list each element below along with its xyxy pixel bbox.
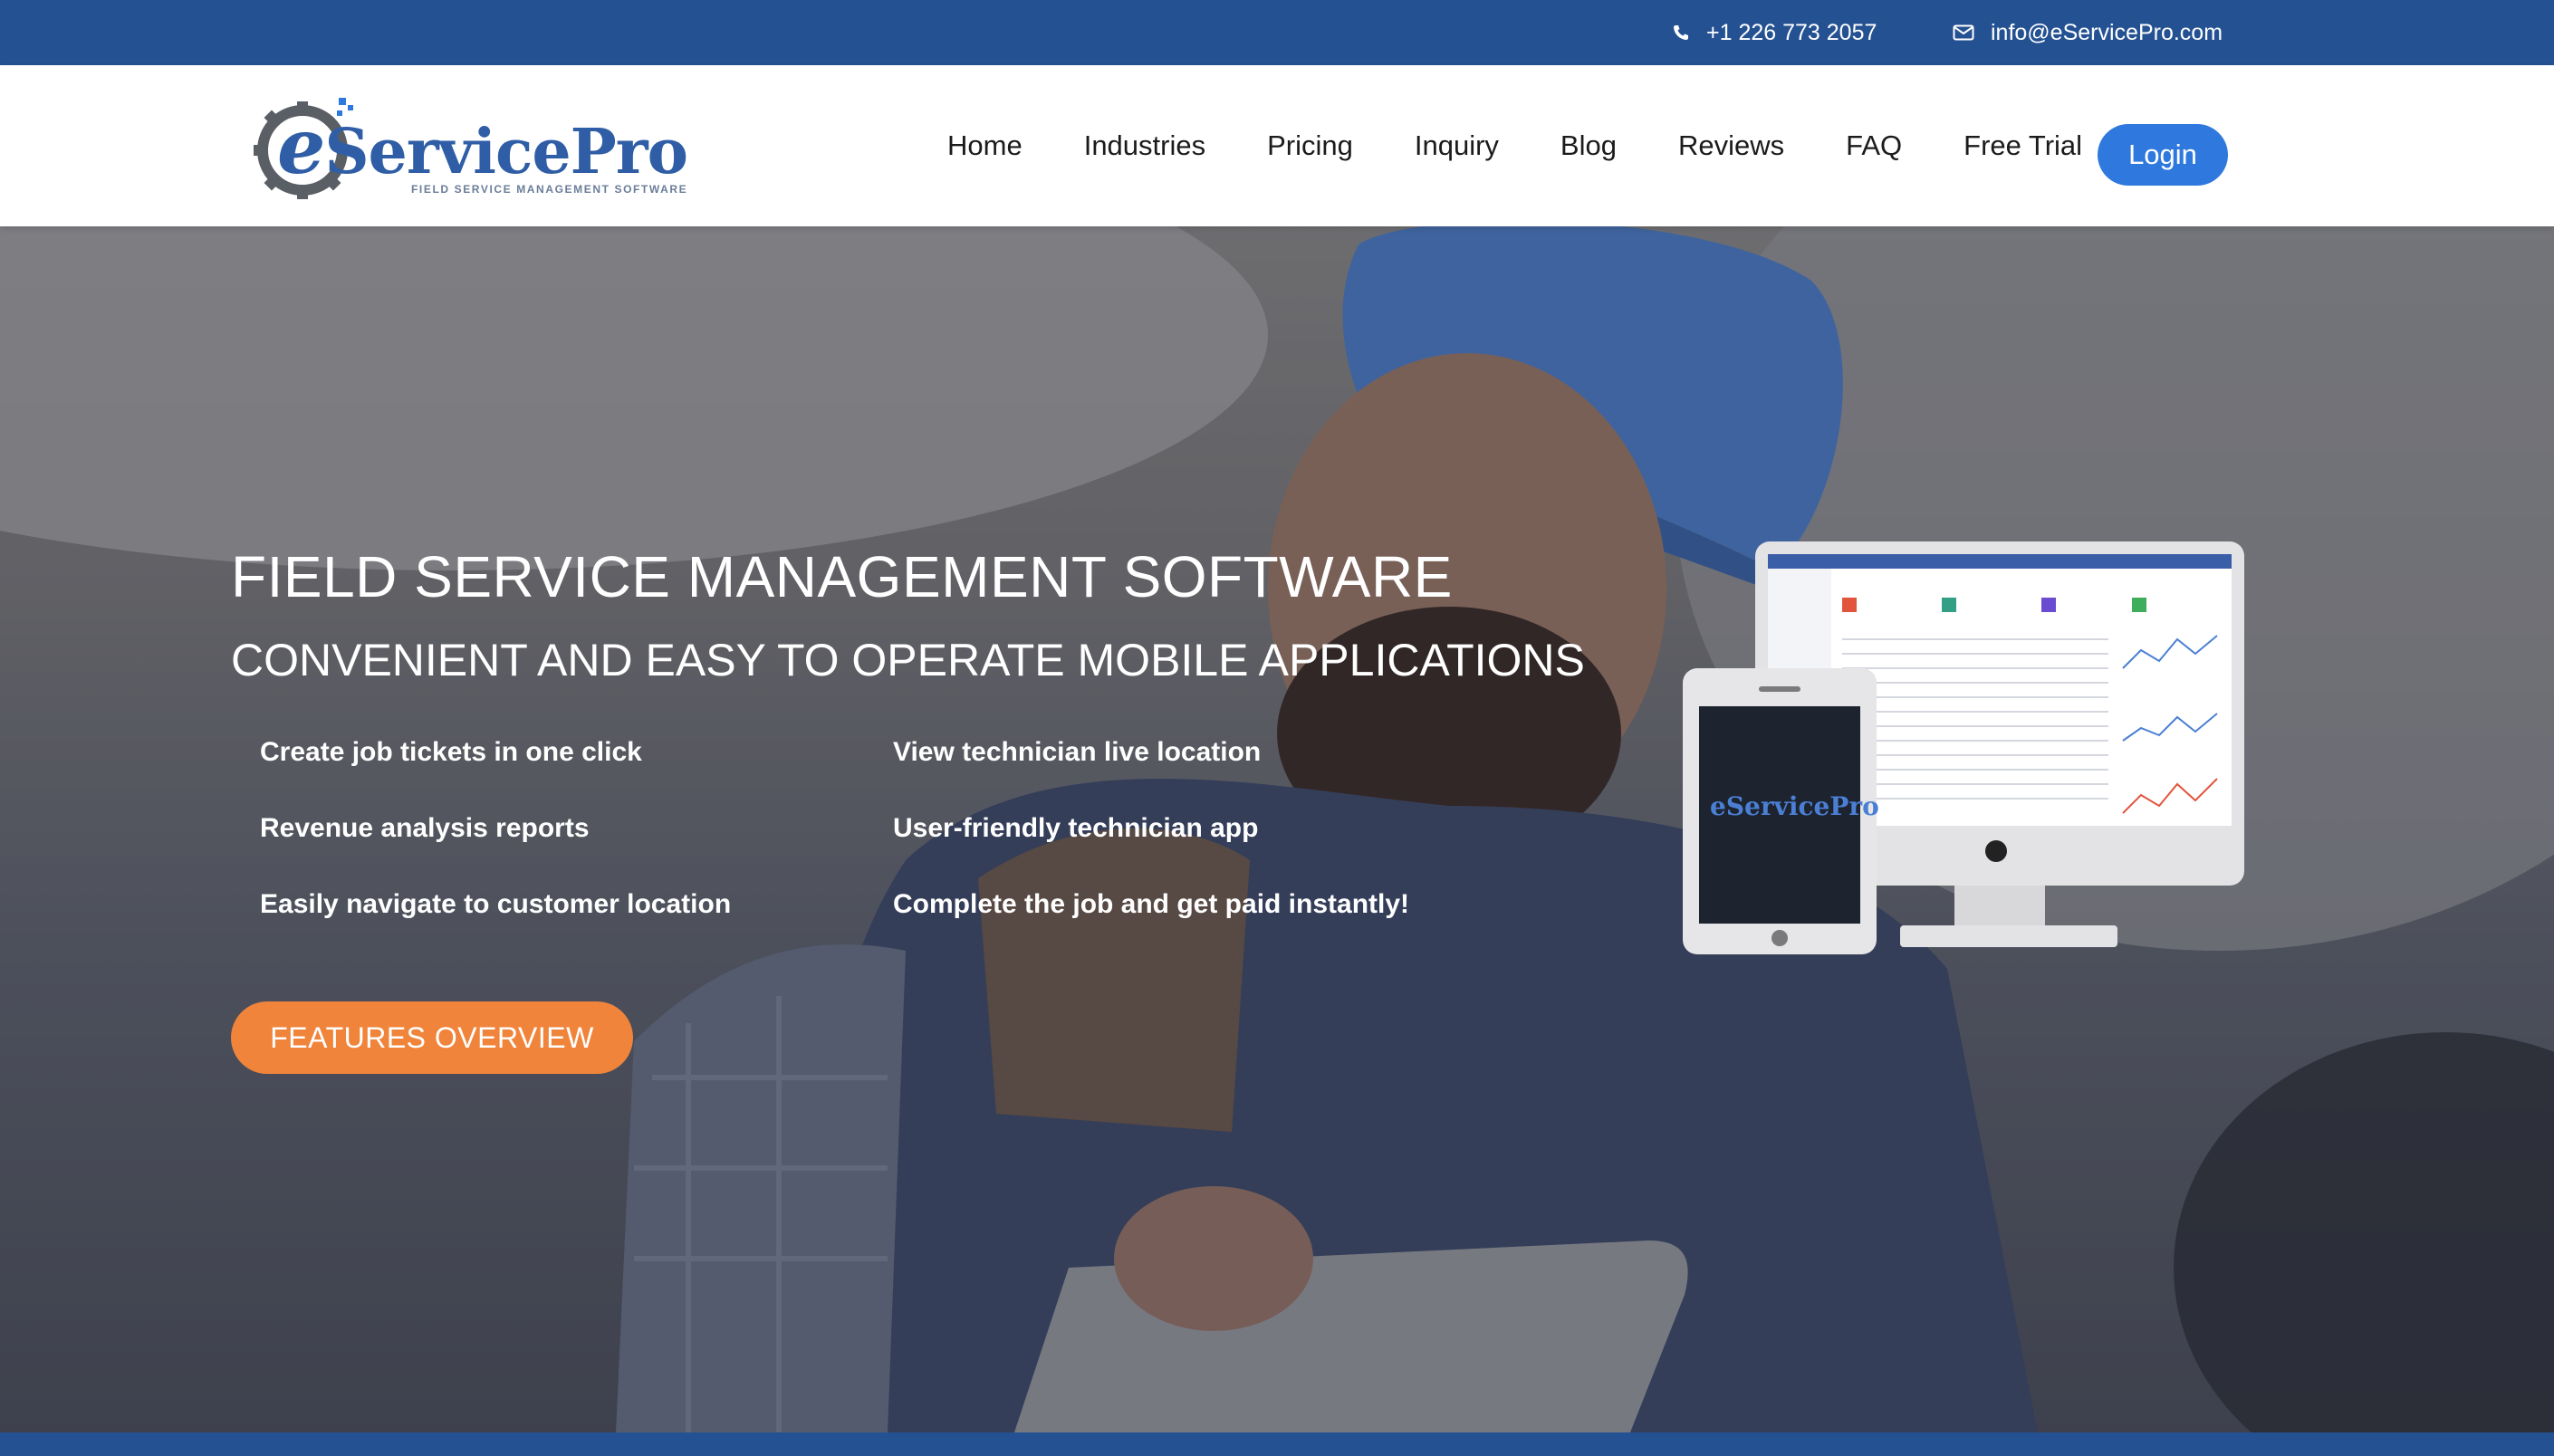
nav-industries[interactable]: Industries xyxy=(1084,129,1205,162)
feature-item: Easily navigate to customer location xyxy=(260,889,732,919)
phone-number[interactable]: +1 226 773 2057 xyxy=(1706,20,1877,46)
bottom-strip xyxy=(0,1432,2554,1456)
contact-email[interactable]: info@eServicePro.com xyxy=(1953,0,2223,65)
email-address[interactable]: info@eServicePro.com xyxy=(1991,20,2223,46)
feature-item: Revenue analysis reports xyxy=(260,813,590,843)
svg-text:eServicePro: eServicePro xyxy=(1710,791,1879,821)
hero-subtitle: CONVENIENT AND EASY TO OPERATE MOBILE AP… xyxy=(231,635,1585,685)
feature-item: User-friendly technician app xyxy=(893,813,1259,843)
eservicepro-logo[interactable]: eServicePro FIELD SERVICE MANAGEMENT SOF… xyxy=(250,85,688,206)
feature-item: Create job tickets in one click xyxy=(260,737,642,767)
hero-section: FIELD SERVICE MANAGEMENT SOFTWARE CONVEN… xyxy=(0,226,2554,1432)
hero-title: FIELD SERVICE MANAGEMENT SOFTWARE xyxy=(231,544,1453,609)
feature-item: Complete the job and get paid instantly! xyxy=(893,889,1410,919)
nav-home[interactable]: Home xyxy=(947,129,1023,162)
nav-blog[interactable]: Blog xyxy=(1560,129,1617,162)
login-button[interactable]: Login xyxy=(2098,124,2228,186)
nav-inquiry[interactable]: Inquiry xyxy=(1415,129,1499,162)
nav-reviews[interactable]: Reviews xyxy=(1678,129,1784,162)
nav-free-trial[interactable]: Free Trial xyxy=(1964,129,2082,162)
feature-item: View technician live location xyxy=(893,737,1262,767)
site-header: eServicePro FIELD SERVICE MANAGEMENT SOF… xyxy=(0,65,2554,226)
top-contact-bar: +1 226 773 2057 info@eServicePro.com xyxy=(0,0,2554,65)
logo-wordmark: eServicePro xyxy=(277,101,688,191)
nav-pricing[interactable]: Pricing xyxy=(1267,129,1353,162)
envelope-icon xyxy=(1953,24,1974,41)
nav-faq[interactable]: FAQ xyxy=(1846,129,1902,162)
device-mockup-image: eServicePro xyxy=(1683,541,2244,954)
phone-icon xyxy=(1672,24,1690,42)
features-overview-button[interactable]: FEATURES OVERVIEW xyxy=(231,1001,633,1074)
contact-phone[interactable]: +1 226 773 2057 xyxy=(1672,0,1877,65)
main-nav: Home Industries Pricing Inquiry Blog Rev… xyxy=(947,65,2082,226)
logo-tagline: FIELD SERVICE MANAGEMENT SOFTWARE xyxy=(411,183,688,196)
